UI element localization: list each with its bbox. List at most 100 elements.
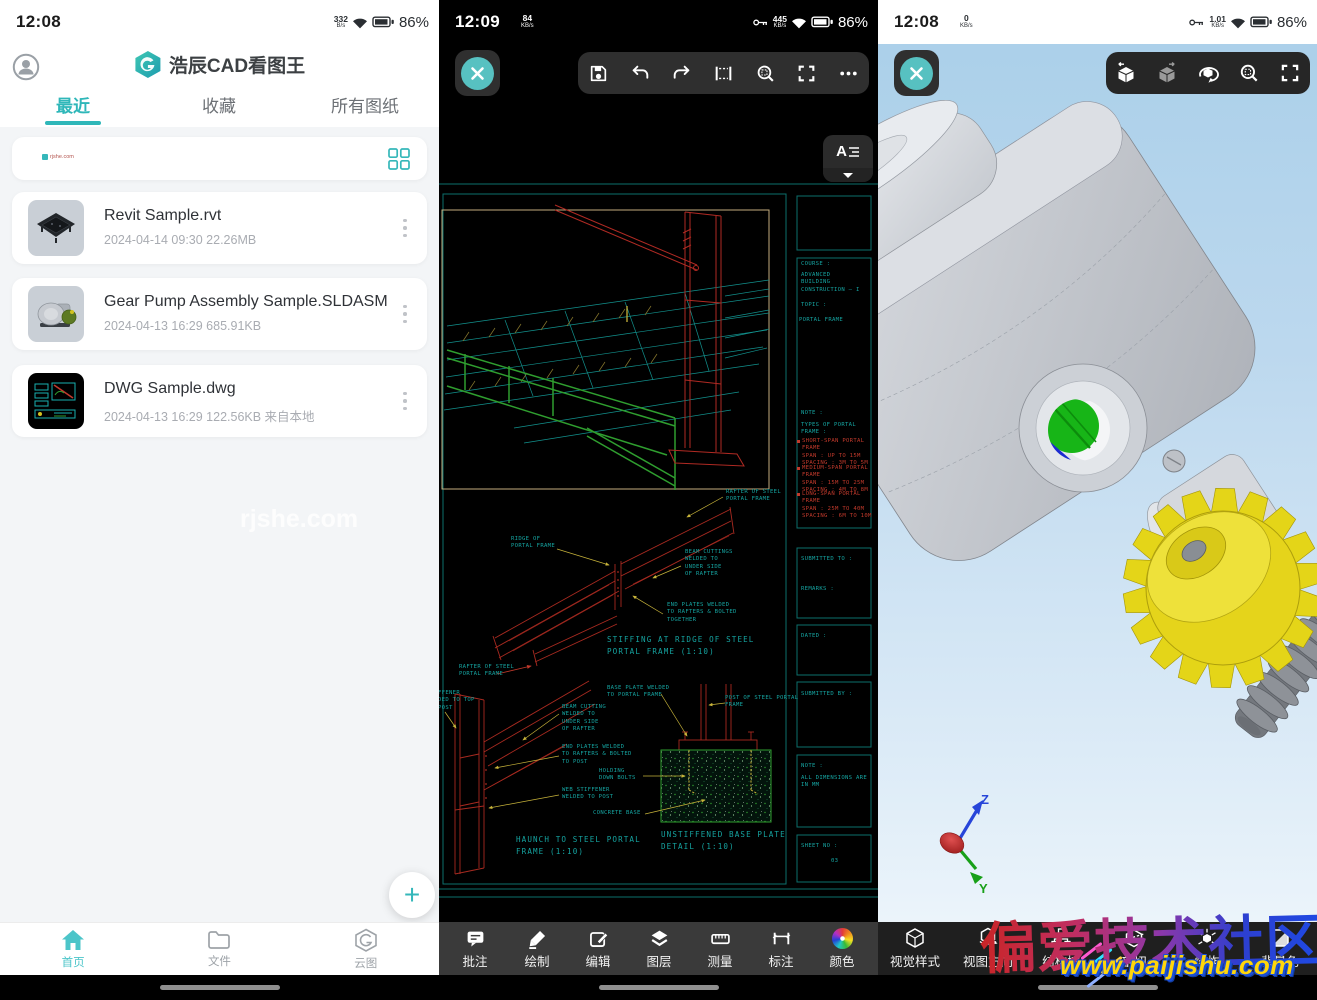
nav-cloud[interactable]: 云图 bbox=[293, 923, 439, 975]
cad-label: STIFFENER WELDED TO TOP OF POST bbox=[439, 690, 475, 712]
axis-y-label: Y bbox=[979, 881, 988, 896]
triple-screenshot: 12:08 332B/s 86% 浩辰CAD看图王 最近 收藏 所有图纸 rjs… bbox=[0, 0, 1317, 1000]
file-card-revit[interactable]: Revit Sample.rvt 2024-04-14 09:30 22.26M… bbox=[12, 192, 427, 264]
file-card-gearpump[interactable]: Gear Pump Assembly Sample.SLDASM 2024-04… bbox=[12, 278, 427, 350]
site-watermark-url: www.paijishu.com bbox=[1060, 950, 1294, 981]
tab-favorites[interactable]: 收藏 bbox=[146, 92, 292, 117]
titleblock-text: SHEET NO : bbox=[801, 843, 838, 850]
model-toolbar bbox=[1106, 52, 1310, 94]
file-thumbnail bbox=[28, 200, 84, 256]
tool-layers[interactable]: 图层 bbox=[627, 922, 691, 975]
file-meta: 2024-04-13 16:29 122.56KB 来自本地 bbox=[104, 406, 315, 425]
cad-label: HOLDING DOWN BOLTS bbox=[599, 768, 636, 783]
file-name: DWG Sample.dwg bbox=[104, 380, 236, 398]
layers-icon bbox=[649, 928, 670, 949]
battery-percent: 86% bbox=[399, 14, 429, 31]
sheet-number: 03 bbox=[831, 858, 838, 865]
tool-color[interactable]: 颜色 bbox=[810, 922, 874, 975]
home-screen: 12:08 332B/s 86% 浩辰CAD看图王 最近 收藏 所有图纸 rjs… bbox=[0, 0, 439, 1000]
view-redo-button[interactable] bbox=[1147, 53, 1187, 93]
axis-z-label: Z bbox=[981, 792, 989, 807]
file-name: Gear Pump Assembly Sample.SLDASM bbox=[104, 293, 388, 311]
cad-label: RAFTER OF STEEL PORTAL FRAME bbox=[726, 489, 781, 504]
titleblock-text: PORTAL FRAME bbox=[799, 317, 843, 324]
orbit-button[interactable] bbox=[1188, 53, 1228, 93]
app-logo-icon bbox=[134, 50, 161, 79]
titleblock-text: NOTE : bbox=[801, 410, 823, 417]
file-thumbnail bbox=[28, 373, 84, 429]
file-meta: 2024-04-13 16:29 685.91KB bbox=[104, 319, 261, 333]
titleblock-text: COURSE : bbox=[801, 261, 830, 268]
view-undo-button[interactable] bbox=[1106, 53, 1146, 93]
cad-label: POST OF STEEL PORTAL FRAME bbox=[725, 695, 798, 710]
tool-draw[interactable]: 绘制 bbox=[505, 922, 569, 975]
cad-label: BASE PLATE WELDED TO PORTAL FRAME bbox=[607, 685, 669, 700]
titleblock-text: TOPIC : bbox=[801, 302, 827, 309]
searchbar-watermark: rjshe.com bbox=[42, 154, 74, 160]
tab-all-drawings[interactable]: 所有图纸 bbox=[292, 92, 438, 117]
active-tab-indicator bbox=[45, 121, 101, 125]
cad-label: BEAM CUTTING WELDED TO UNDER SIDE OF RAF… bbox=[562, 704, 606, 734]
tool-annotate[interactable]: 批注 bbox=[443, 922, 507, 975]
titleblock-text: LONG-SPAN PORTAL FRAME SPAN : 25M TO 40M… bbox=[802, 491, 878, 521]
tool-visual-style[interactable]: 视觉样式 bbox=[883, 922, 947, 975]
close-model-button[interactable] bbox=[894, 50, 939, 96]
background-watermark: rjshe.com bbox=[240, 505, 358, 534]
file-menu-button[interactable] bbox=[395, 300, 415, 328]
file-card-dwg[interactable]: DWG Sample.dwg 2024-04-13 16:29 122.56KB… bbox=[12, 365, 427, 437]
tiny-logo-icon bbox=[42, 154, 48, 160]
nav-home[interactable]: 首页 bbox=[0, 923, 146, 975]
system-bar bbox=[0, 975, 439, 1000]
search-bar[interactable]: rjshe.com bbox=[12, 137, 427, 180]
cad-label: CONCRETE BASE bbox=[593, 810, 641, 817]
cloud-drawings-icon bbox=[354, 928, 378, 952]
app-title: 浩辰CAD看图王 bbox=[169, 51, 305, 78]
file-name: Revit Sample.rvt bbox=[104, 207, 221, 225]
nav-files[interactable]: 文件 bbox=[146, 923, 292, 975]
bottom-navigation: 首页 文件 云图 bbox=[0, 922, 439, 975]
cad-title: HAUNCH TO STEEL PORTAL FRAME (1:10) bbox=[516, 834, 641, 858]
tab-recent[interactable]: 最近 bbox=[0, 92, 146, 117]
model-3d-canvas[interactable]: Z Y bbox=[878, 0, 1317, 1000]
titleblock-text: DATED : bbox=[801, 633, 827, 640]
zoom-window-button[interactable] bbox=[1229, 53, 1269, 93]
axis-triad: Z Y bbox=[937, 792, 989, 896]
ruler-icon bbox=[710, 928, 731, 949]
pencil-icon bbox=[527, 928, 548, 949]
file-meta: 2024-04-14 09:30 22.26MB bbox=[104, 233, 256, 247]
network-speed: 332B/s bbox=[334, 15, 348, 30]
fullscreen-button[interactable] bbox=[1270, 53, 1310, 93]
cad-title: UNSTIFFENED BASE PLATE DETAIL (1:10) bbox=[661, 829, 786, 853]
edit-toolbar: 批注 绘制 编辑 图层 测量 标注 颜色 bbox=[439, 922, 878, 975]
cube-icon bbox=[904, 927, 926, 949]
add-file-button[interactable]: + bbox=[389, 872, 435, 918]
cad-title: STIFFING AT RIDGE OF STEEL PORTAL FRAME … bbox=[607, 634, 754, 658]
tool-dimension[interactable]: 标注 bbox=[749, 922, 813, 975]
titleblock-text: NOTE : bbox=[801, 763, 823, 770]
dwg-viewer: 12:09 84KB/s 445KB/s 86% A bbox=[439, 0, 878, 1000]
titleblock-text: SUBMITTED BY : bbox=[801, 691, 852, 698]
titleblock-text: SUBMITTED TO : bbox=[801, 556, 852, 563]
wifi-icon bbox=[352, 16, 368, 29]
close-icon bbox=[900, 57, 933, 90]
home-indicator[interactable] bbox=[160, 985, 280, 990]
file-menu-button[interactable] bbox=[395, 214, 415, 242]
model-viewer: 12:08 0KB/s 1.01KB/s 86% bbox=[878, 0, 1317, 1000]
cad-label: END PLATES WELDED TO RAFTERS & BOLTED TO… bbox=[667, 602, 737, 624]
titleblock-text: REMARKS : bbox=[801, 586, 834, 593]
grid-view-icon[interactable] bbox=[387, 147, 411, 171]
titleblock-text: SHORT-SPAN PORTAL FRAME SPAN : UP TO 15M… bbox=[802, 438, 878, 468]
file-menu-button[interactable] bbox=[395, 387, 415, 415]
battery-icon bbox=[372, 16, 395, 28]
tool-edit[interactable]: 编辑 bbox=[566, 922, 630, 975]
cad-label: BEAM CUTTINGS WELDED TO UNDER SIDE OF RA… bbox=[685, 549, 733, 579]
color-wheel-icon bbox=[832, 928, 853, 949]
home-icon bbox=[61, 929, 85, 951]
titleblock-text: ALL DIMENSIONS ARE IN MM bbox=[801, 775, 867, 790]
dimension-icon bbox=[771, 928, 792, 949]
cad-label: RAFTER OF STEEL PORTAL FRAME bbox=[459, 664, 514, 679]
cad-label: WEB STIFFENER WELDED TO POST bbox=[562, 787, 613, 802]
file-thumbnail bbox=[28, 286, 84, 342]
profile-avatar[interactable] bbox=[12, 53, 40, 81]
tool-measure[interactable]: 测量 bbox=[688, 922, 752, 975]
